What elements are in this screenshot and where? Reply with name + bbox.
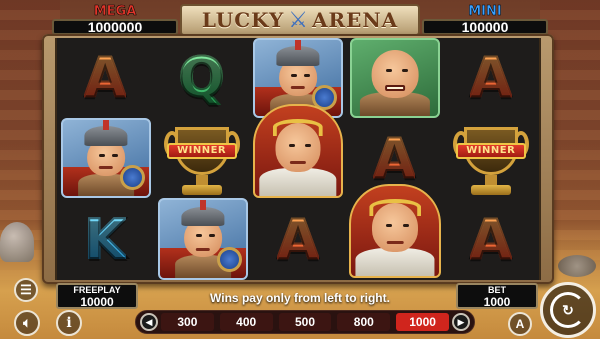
symbol-trophy: WINNER: [153, 119, 249, 200]
menu-icon[interactable]: ☰: [14, 278, 38, 302]
bet-option[interactable]: 800: [337, 313, 391, 331]
symbol-caesar: [253, 104, 343, 198]
game-logo: LUCKY ⚔ ARENA: [180, 4, 420, 36]
brute-mouth: [385, 84, 405, 91]
mega-jackpot-label: MEGA: [93, 4, 137, 19]
spin-button[interactable]: ↻: [540, 282, 596, 338]
mini-jackpot: MINI 100000: [422, 4, 548, 35]
mega-jackpot-value: 1000000: [52, 19, 178, 35]
winner-ribbon: WINNER: [166, 142, 237, 159]
gladiator-eye-left: [99, 153, 105, 157]
winner-ribbon: WINNER: [455, 142, 526, 159]
symbol-gladiator: [61, 118, 151, 198]
caesar-toga: [355, 247, 435, 276]
trophy-icon: WINNER: [451, 121, 531, 197]
gladiator-eye-right: [111, 153, 118, 157]
letter-a: A: [276, 207, 320, 271]
symbol-letter-k: K: [57, 199, 153, 280]
symbol-caesar: [349, 184, 441, 278]
caesar-mouth: [289, 160, 307, 164]
auto-play-icon[interactable]: A: [508, 312, 532, 336]
trophy-base: [181, 184, 222, 195]
trophy-icon: WINNER: [162, 121, 242, 197]
info-icon[interactable]: i: [56, 310, 82, 336]
caesar-mouth: [386, 240, 404, 244]
mega-jackpot: MEGA 1000000: [52, 4, 178, 35]
symbol-letter-q: Q: [153, 38, 249, 119]
bet-next-icon[interactable]: ▶: [451, 313, 470, 331]
gladiator-plume: [103, 120, 109, 130]
gladiator-plume: [295, 40, 301, 50]
letter-k: K: [83, 207, 127, 271]
gladiator-mouth: [98, 166, 114, 170]
gladiator-mouth: [195, 247, 211, 251]
gladiator-eye-right: [208, 234, 215, 238]
caesar-eye-right: [402, 223, 409, 227]
caesar-eye-left: [385, 223, 392, 227]
symbol-brute: [350, 38, 440, 118]
symbol-gladiator: [158, 198, 248, 280]
mini-jackpot-label: MINI: [468, 4, 502, 19]
logo-word-lucky: LUCKY: [201, 8, 285, 32]
spin-icon: ↻: [550, 292, 586, 328]
caesar-eye-left: [289, 143, 296, 147]
brute-eye-left: [386, 68, 393, 72]
laurel-wreath: [272, 119, 324, 137]
bet-selector: ◀ 300 400 500 800 1000 ▶: [135, 310, 475, 334]
gladiator-mouth: [290, 86, 306, 90]
bet-option[interactable]: 300: [161, 313, 214, 331]
bet-option[interactable]: 1000: [396, 313, 449, 331]
caesar-toga: [259, 167, 337, 196]
gladiator-eye-right: [303, 73, 310, 77]
symbol-letter-a: A: [443, 38, 539, 119]
caesar-eye-right: [305, 143, 312, 147]
bet-option[interactable]: 500: [278, 313, 332, 331]
symbol-letter-a: A: [250, 199, 346, 280]
shield-decoration: [558, 255, 596, 277]
gladiator-shield: [119, 164, 145, 190]
symbol-letter-a: A: [57, 38, 153, 119]
brute-eye-right: [402, 68, 409, 72]
letter-a: A: [469, 207, 513, 271]
symbol-trophy: WINNER: [443, 119, 539, 200]
logo-word-arena: ARENA: [312, 8, 399, 32]
gladiator-plume: [200, 200, 206, 210]
mini-jackpot-value: 100000: [422, 19, 548, 35]
helmet-decoration: [0, 222, 34, 262]
letter-a: A: [83, 46, 127, 110]
trophy-base: [470, 184, 511, 195]
laurel-wreath: [369, 199, 421, 217]
letter-a: A: [372, 126, 416, 190]
crossed-swords-icon: ⚔: [288, 7, 308, 32]
symbol-letter-a: A: [443, 199, 539, 280]
gladiator-shield: [216, 246, 242, 272]
speaker-icon[interactable]: 🔈︎: [14, 310, 40, 336]
letter-q: Q: [178, 46, 226, 110]
gladiator-eye-left: [291, 73, 297, 77]
bet-box: BET 1000: [456, 283, 538, 309]
letter-a: A: [469, 46, 513, 110]
bet-option[interactable]: 400: [219, 313, 273, 331]
bet-value: 1000: [483, 295, 511, 309]
reel-grid: A Q A WINNER A WINNER K A A: [55, 38, 541, 280]
bet-prev-icon[interactable]: ◀: [140, 313, 158, 331]
